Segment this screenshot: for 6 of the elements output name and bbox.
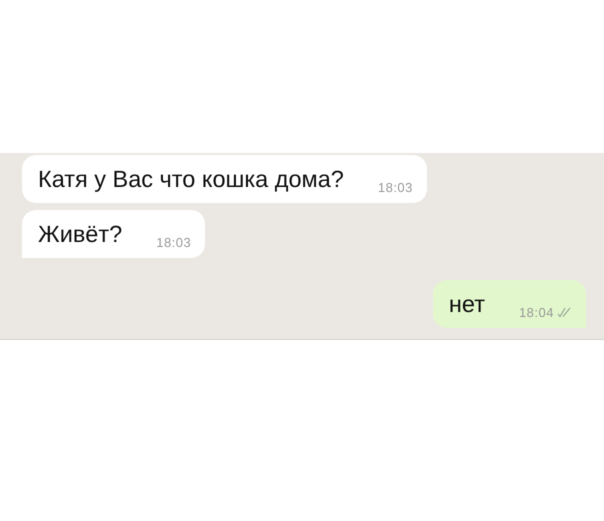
message-time: 18:03 xyxy=(156,235,192,250)
message-text: нет xyxy=(448,292,485,316)
message-time: 18:03 xyxy=(378,180,413,195)
message-text: Катя у Вас что кошка дома? xyxy=(38,167,344,191)
message-time: 18:04 xyxy=(518,305,554,320)
message-text: Живёт? xyxy=(38,222,122,246)
